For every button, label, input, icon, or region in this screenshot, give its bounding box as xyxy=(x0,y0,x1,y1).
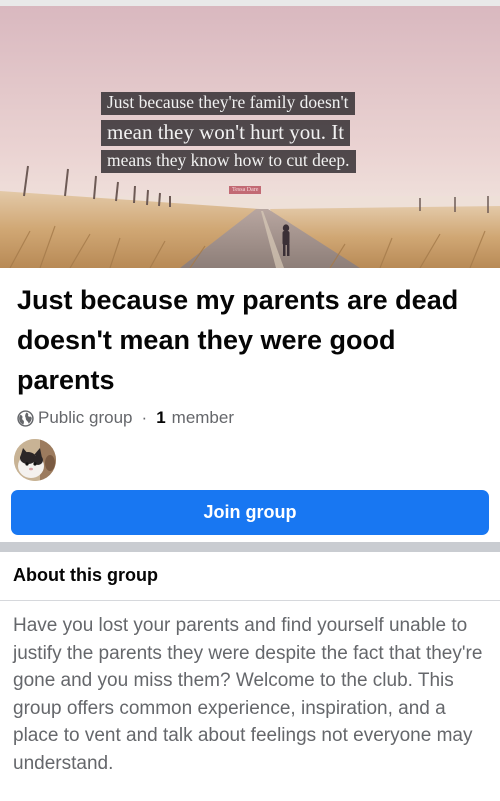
quote-line: Just because they're family doesn't xyxy=(101,92,355,115)
member-count: 1 xyxy=(156,408,166,427)
about-heading: About this group xyxy=(13,565,158,585)
member-label: member xyxy=(171,408,235,427)
group-title: Just because my parents are dead doesn't… xyxy=(17,285,459,395)
member-avatar[interactable] xyxy=(14,439,56,481)
group-meta: Public group · 1 member xyxy=(17,408,234,428)
section-divider xyxy=(0,542,500,552)
quote-line: means they know how to cut deep. xyxy=(101,150,356,173)
globe-icon xyxy=(17,409,34,427)
group-cover-photo[interactable]: Just because they're family doesn't mean… xyxy=(0,0,500,268)
quote-line: mean they won't hurt you. It xyxy=(101,120,351,146)
privacy-label: Public group xyxy=(38,408,133,427)
meta-separator: · xyxy=(141,408,148,427)
join-group-button[interactable]: Join group xyxy=(11,490,489,535)
about-divider xyxy=(0,600,500,601)
about-description: Have you lost your parents and find your… xyxy=(13,615,483,774)
cat-photo xyxy=(14,439,56,481)
quote-author: Tessa Dare xyxy=(229,186,262,194)
